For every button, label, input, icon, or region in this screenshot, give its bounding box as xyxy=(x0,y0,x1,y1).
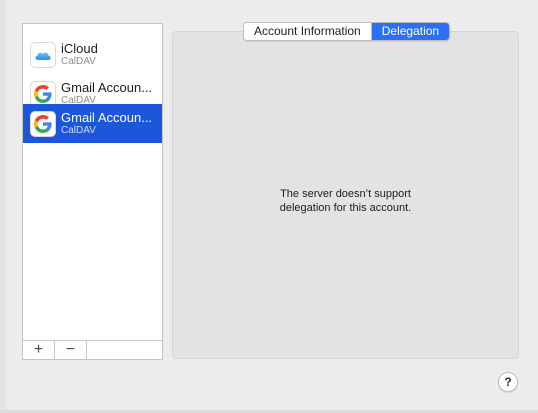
message-line-2: delegation for this account. xyxy=(279,202,412,214)
account-name: Gmail Accoun... xyxy=(61,110,153,125)
account-name: iCloud xyxy=(61,41,98,56)
google-g-icon xyxy=(30,80,56,107)
account-type: CalDAV xyxy=(61,125,96,136)
icloud-icon xyxy=(30,41,56,68)
account-list-footer: + − xyxy=(23,340,162,359)
delegation-message: The server doesn’t support delegation fo… xyxy=(172,187,519,215)
tab-delegation[interactable]: Delegation xyxy=(370,23,450,40)
remove-account-button[interactable]: − xyxy=(55,341,87,359)
account-list[interactable]: iCloud CalDAV Gmail Accoun... CalDAV Gma… xyxy=(22,23,163,360)
tab-bar: Account Information Delegation xyxy=(243,22,451,41)
add-account-button[interactable]: + xyxy=(23,341,55,359)
account-item-gmail-2[interactable]: Gmail Accoun... CalDAV xyxy=(23,104,162,143)
tab-account-information[interactable]: Account Information xyxy=(244,23,371,40)
help-button[interactable]: ? xyxy=(498,372,518,392)
google-g-icon xyxy=(30,110,56,137)
account-name: Gmail Accoun... xyxy=(61,80,153,95)
message-line-1: The server doesn’t support xyxy=(280,188,411,200)
account-item-icloud[interactable]: iCloud CalDAV xyxy=(23,35,162,74)
window-edge xyxy=(0,0,6,413)
account-type: CalDAV xyxy=(61,56,96,67)
